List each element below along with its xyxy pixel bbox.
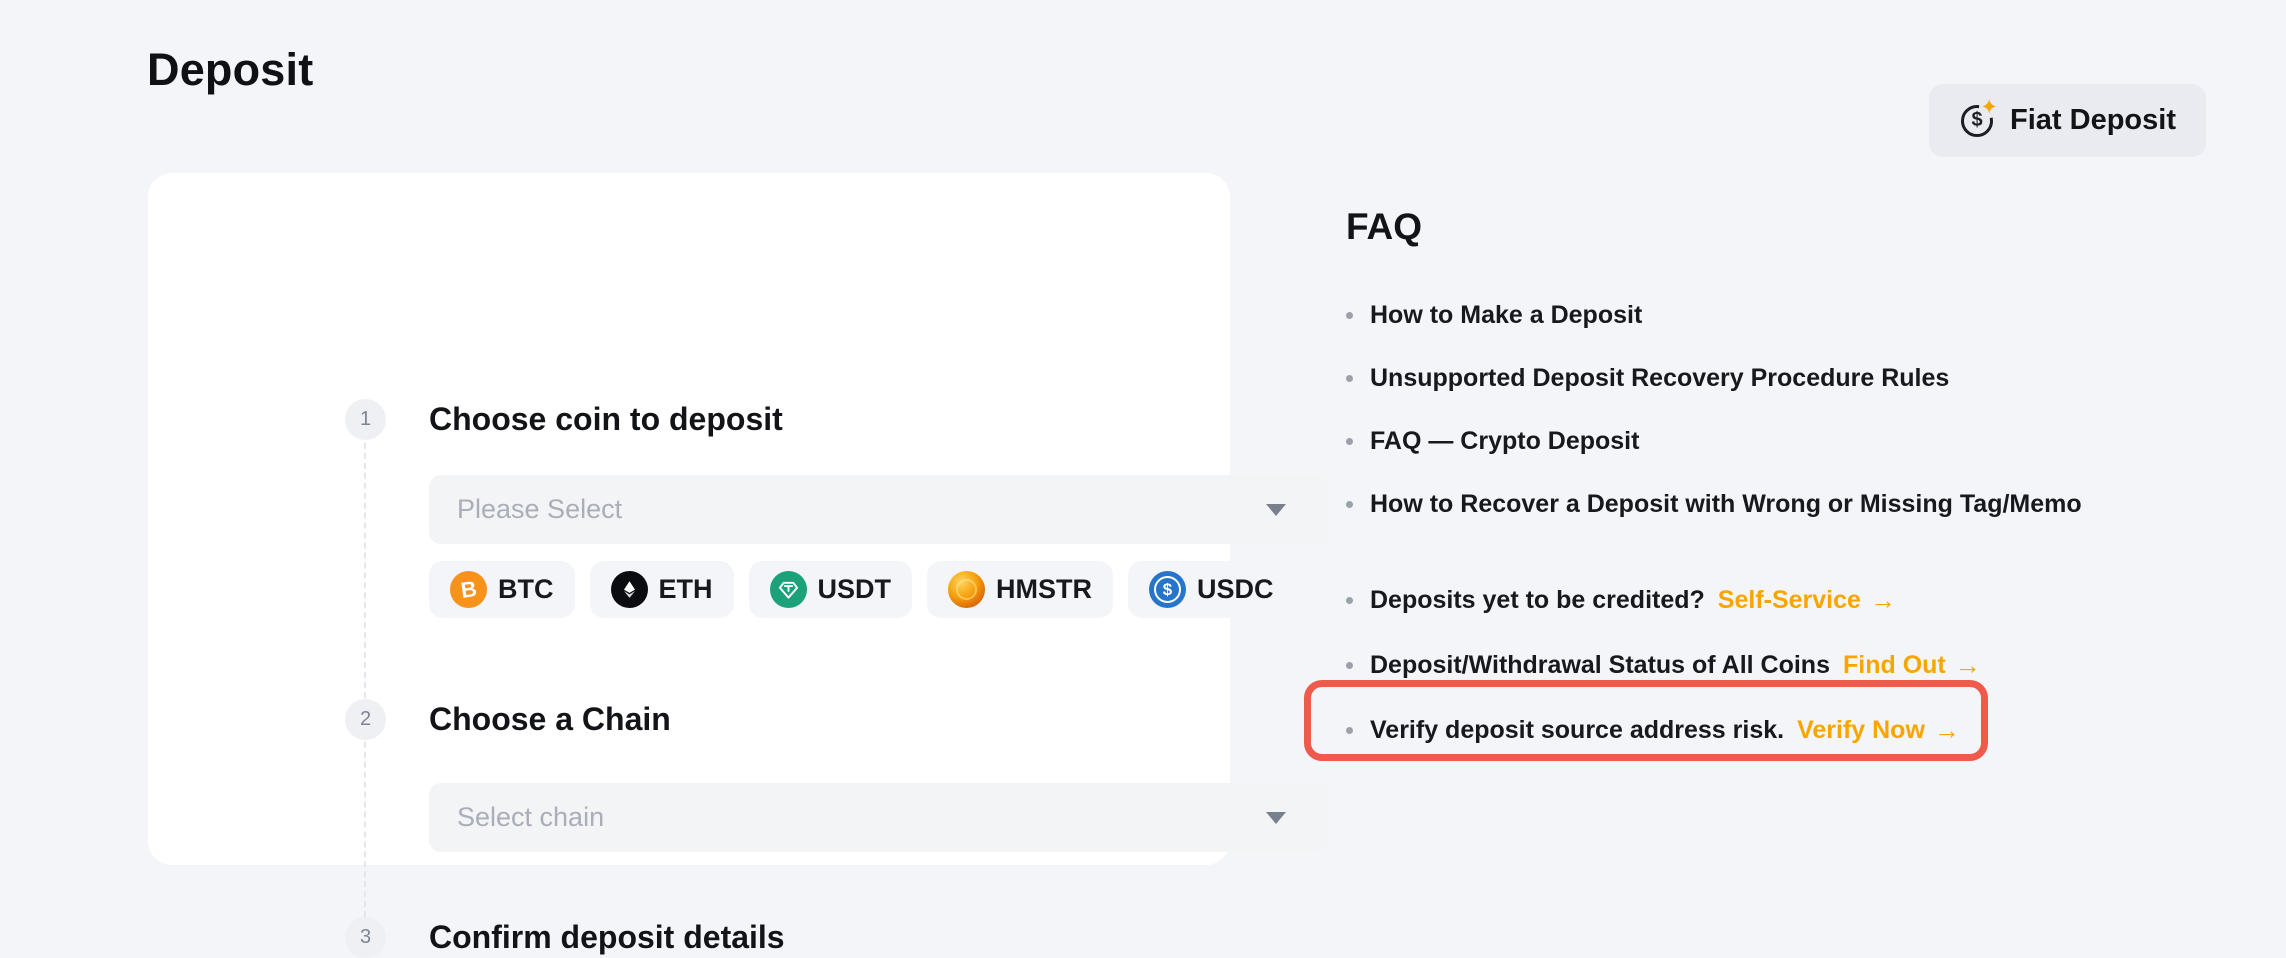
btc-icon: [450, 571, 487, 608]
usdc-icon: [1149, 571, 1186, 608]
faq-item-deposit-withdrawal-status: Deposit/Withdrawal Status of All Coins F…: [1346, 633, 1981, 698]
bullet-dot: [1346, 375, 1353, 382]
arrow-right-icon: →: [1934, 715, 1960, 746]
faq-link-how-to-make-a-deposit[interactable]: How to Make a Deposit: [1346, 284, 2082, 347]
faq-item-text: Verify deposit source address risk.: [1370, 716, 1784, 745]
faq-item-verify-source-address-risk: Verify deposit source address risk. Veri…: [1346, 698, 1981, 763]
step-3-title: Confirm deposit details: [429, 917, 785, 958]
faq-link-label: FAQ — Crypto Deposit: [1370, 427, 1639, 456]
bullet-dot: [1346, 597, 1353, 604]
page-title: Deposit: [147, 44, 313, 96]
step-2-title: Choose a Chain: [429, 699, 671, 740]
coin-chip-usdc[interactable]: USDC: [1128, 561, 1295, 618]
arrow-right-icon: →: [1955, 650, 1981, 681]
bullet-dot: [1346, 501, 1353, 508]
bullet-dot: [1346, 438, 1353, 445]
coin-chip-eth[interactable]: ETH: [590, 561, 734, 618]
faq-link-crypto-deposit-faq[interactable]: FAQ — Crypto Deposit: [1346, 410, 2082, 473]
step-3-badge: 3: [345, 917, 386, 958]
chain-select-dropdown[interactable]: Select chain: [429, 783, 1330, 852]
coin-chip-btc[interactable]: BTC: [429, 561, 575, 618]
faq-article-list: How to Make a Deposit Unsupported Deposi…: [1346, 284, 2082, 536]
faq-item-text: Deposits yet to be credited?: [1370, 586, 1705, 615]
fiat-deposit-label: Fiat Deposit: [2010, 104, 2176, 137]
chevron-down-icon: [1266, 504, 1286, 516]
usdt-icon: [770, 571, 807, 608]
eth-icon: [611, 571, 648, 608]
deposit-steps-card: 1 Choose coin to deposit Please Select B…: [148, 173, 1230, 865]
step-1-badge: 1: [345, 399, 386, 440]
coin-chip-label: ETH: [659, 574, 713, 605]
coin-select-placeholder: Please Select: [457, 494, 1266, 525]
self-service-link[interactable]: Self-Service: [1718, 586, 1861, 615]
dollar-coin-icon: $ ✦: [1959, 103, 1995, 139]
chain-select-placeholder: Select chain: [457, 802, 1266, 833]
spark-icon: ✦: [1979, 97, 1999, 118]
bullet-dot: [1346, 727, 1353, 734]
faq-item-deposits-not-credited: Deposits yet to be credited? Self-Servic…: [1346, 568, 1981, 633]
arrow-right-icon: →: [1870, 585, 1896, 616]
coin-chip-label: HMSTR: [996, 574, 1092, 605]
faq-link-recover-wrong-tag-memo[interactable]: How to Recover a Deposit with Wrong or M…: [1346, 473, 2082, 536]
faq-action-list: Deposits yet to be credited? Self-Servic…: [1346, 568, 1981, 763]
coin-chip-label: BTC: [498, 574, 554, 605]
chevron-down-icon: [1266, 812, 1286, 824]
step-1-title: Choose coin to deposit: [429, 399, 783, 440]
hmstr-icon: [948, 571, 985, 608]
coin-select-dropdown[interactable]: Please Select: [429, 475, 1330, 544]
deposit-page: Deposit $ ✦ Fiat Deposit 1 Choose coin t…: [0, 0, 2286, 910]
faq-item-text: Deposit/Withdrawal Status of All Coins: [1370, 651, 1830, 680]
faq-link-label: How to Make a Deposit: [1370, 301, 1642, 330]
bullet-dot: [1346, 312, 1353, 319]
faq-link-label: How to Recover a Deposit with Wrong or M…: [1370, 490, 2082, 519]
verify-now-link[interactable]: Verify Now: [1797, 716, 1925, 745]
faq-link-label: Unsupported Deposit Recovery Procedure R…: [1370, 364, 1949, 393]
faq-heading: FAQ: [1346, 206, 1422, 248]
quick-coin-chips: BTC ETH USDT: [429, 561, 1295, 618]
find-out-link[interactable]: Find Out: [1843, 651, 1946, 680]
coin-chip-usdt[interactable]: USDT: [749, 561, 913, 618]
coin-chip-hmstr[interactable]: HMSTR: [927, 561, 1113, 618]
fiat-deposit-button[interactable]: $ ✦ Fiat Deposit: [1929, 84, 2206, 157]
coin-chip-label: USDC: [1197, 574, 1274, 605]
bullet-dot: [1346, 662, 1353, 669]
step-2-badge: 2: [345, 699, 386, 740]
coin-chip-label: USDT: [818, 574, 892, 605]
faq-link-unsupported-deposit-recovery[interactable]: Unsupported Deposit Recovery Procedure R…: [1346, 347, 2082, 410]
step-connector-line: [364, 423, 366, 937]
